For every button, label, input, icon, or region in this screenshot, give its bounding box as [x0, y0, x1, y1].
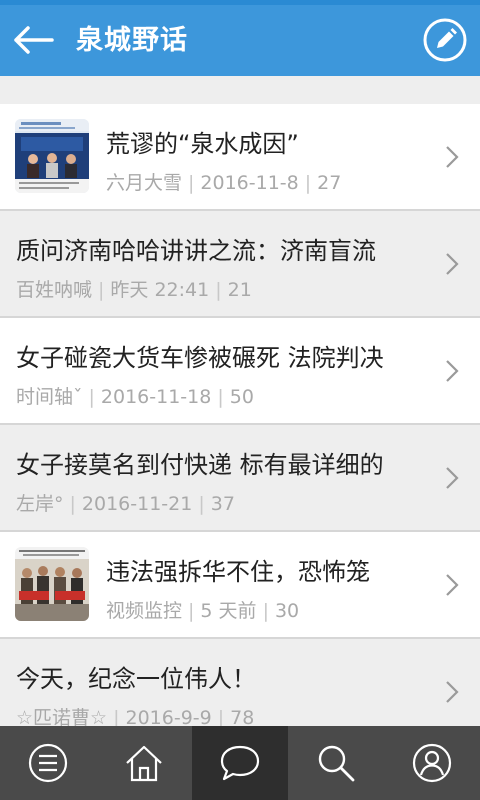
- meta-separator: |: [304, 172, 312, 194]
- post-meta: 百姓呐喊 | 昨天 22:41 | 21: [16, 275, 252, 302]
- post-title: 今天，纪念一位伟人！: [16, 665, 256, 693]
- post-author: ☆匹诺曹☆: [16, 707, 108, 726]
- list-item[interactable]: 女子接莫名到付快递 标有最详细的 左岸° | 2016-11-21 | 37: [0, 425, 480, 532]
- post-reply-count: 37: [210, 493, 235, 515]
- post-author: 六月大雪: [106, 172, 183, 194]
- group-photo-thumbnail: [15, 547, 89, 621]
- post-meta: 六月大雪 | 2016-11-8 | 27: [106, 168, 341, 195]
- post-title: 质问济南哈哈讲讲之流：济南盲流: [16, 237, 376, 265]
- post-date: 2016-11-18: [100, 386, 212, 408]
- pencil-icon: [423, 18, 467, 62]
- page-title: 泉城野话: [76, 25, 188, 56]
- post-date: 昨天 22:41: [110, 279, 210, 301]
- chevron-right-icon: [446, 360, 459, 382]
- post-title: 荒谬的“泉水成因”: [106, 130, 299, 158]
- post-author: 时间轴ˇ: [16, 386, 83, 408]
- menu-icon: [28, 743, 68, 783]
- post-title: 女子碰瓷大货车惨被碾死 法院判决: [16, 344, 384, 372]
- tab-search[interactable]: [288, 726, 384, 800]
- post-reply-count: 30: [274, 600, 300, 622]
- meta-separator: |: [198, 493, 205, 515]
- meta-separator: |: [188, 172, 195, 194]
- meta-separator: |: [69, 493, 76, 515]
- meta-separator: |: [217, 386, 224, 408]
- list-item[interactable]: 今天，纪念一位伟人！ ☆匹诺曹☆ | 2016-9-9 | 78: [0, 639, 480, 726]
- post-author: 左岸°: [16, 493, 64, 515]
- meta-separator: |: [215, 279, 222, 301]
- tab-menu[interactable]: [0, 726, 96, 800]
- post-meta: 左岸° | 2016-11-21 | 37: [16, 489, 235, 516]
- chevron-right-icon: [446, 467, 459, 489]
- post-date: 5 天前: [200, 600, 257, 622]
- post-reply-count: 21: [227, 279, 252, 301]
- post-reply-count: 27: [317, 172, 342, 194]
- post-meta: 视频监控 | 5 天前 | 30: [106, 596, 299, 623]
- post-author: 百姓呐喊: [16, 279, 93, 301]
- tab-forum[interactable]: [192, 726, 288, 800]
- search-icon: [318, 745, 355, 782]
- post-title: 违法强拆华不住，恐怖笼: [106, 558, 370, 586]
- post-reply-count: 78: [230, 707, 255, 726]
- post-date: 2016-9-9: [125, 707, 212, 726]
- chevron-right-icon: [446, 574, 459, 596]
- bottom-tab-bar: [0, 726, 480, 800]
- chat-bubble-icon: [220, 745, 260, 781]
- meta-separator: |: [217, 707, 225, 726]
- back-button[interactable]: [8, 18, 58, 62]
- app-bar: 泉城野话: [0, 5, 480, 76]
- meta-separator: |: [98, 279, 105, 301]
- arrow-left-icon: [14, 26, 54, 54]
- meta-separator: |: [188, 600, 195, 622]
- list-item[interactable]: 女子碰瓷大货车惨被碾死 法院判决 时间轴ˇ | 2016-11-18 | 50: [0, 318, 480, 425]
- post-date: 2016-11-21: [81, 493, 193, 515]
- chevron-right-icon: [446, 253, 459, 275]
- meta-separator: |: [88, 386, 95, 408]
- home-icon: [126, 745, 162, 782]
- meta-separator: |: [262, 600, 269, 622]
- user-icon: [412, 743, 452, 783]
- compose-button[interactable]: [422, 17, 468, 63]
- meta-separator: |: [113, 707, 120, 726]
- post-title: 女子接莫名到付快递 标有最详细的: [16, 451, 384, 479]
- post-reply-count: 50: [229, 386, 254, 408]
- tab-home[interactable]: [96, 726, 192, 800]
- list-item[interactable]: 违法强拆华不住，恐怖笼 视频监控 | 5 天前 | 30: [0, 532, 480, 639]
- post-date: 2016-11-8: [200, 172, 299, 194]
- post-meta: ☆匹诺曹☆ | 2016-9-9 | 78: [16, 703, 254, 726]
- tab-profile[interactable]: [384, 726, 480, 800]
- chevron-right-icon: [446, 146, 459, 168]
- chevron-right-icon: [446, 681, 459, 703]
- tv-studio-news-thumbnail: [15, 119, 89, 193]
- post-meta: 时间轴ˇ | 2016-11-18 | 50: [16, 382, 254, 409]
- post-author: 视频监控: [106, 600, 183, 622]
- post-list: 荒谬的“泉水成因” 六月大雪 | 2016-11-8 | 27 质问济南哈哈讲讲之流：济…: [0, 104, 480, 726]
- list-item[interactable]: 质问济南哈哈讲讲之流：济南盲流 百姓呐喊 | 昨天 22:41 | 21: [0, 211, 480, 318]
- list-item[interactable]: 荒谬的“泉水成因” 六月大雪 | 2016-11-8 | 27: [0, 104, 480, 211]
